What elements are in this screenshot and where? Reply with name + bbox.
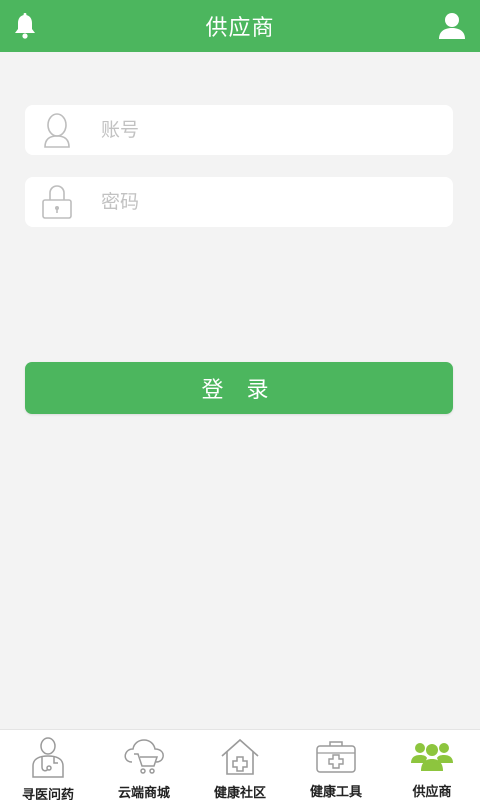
tab-label: 寻医问药 [21,788,74,800]
bell-icon [15,13,35,39]
tab-health-community[interactable]: 健康社区 [192,730,288,800]
tab-label: 健康社区 [213,786,266,800]
house-cross-icon [221,738,259,775]
medical-kit-icon [316,740,356,773]
account-input[interactable] [101,119,431,141]
tab-label: 供应商 [412,785,452,800]
user-outline-icon [44,113,70,148]
tab-health-tools[interactable]: 健康工具 [288,730,384,800]
tab-cloud-mall[interactable]: 云端商城 [96,730,192,800]
tab-icon-wrap [410,736,454,775]
cloud-cart-icon [124,739,164,774]
doctor-icon [32,737,64,778]
tab-icon-wrap [26,736,70,778]
app-header: 供应商 [0,0,480,52]
password-input[interactable] [101,191,431,213]
profile-button[interactable] [436,11,468,41]
tab-supplier[interactable]: 供应商 [384,730,480,800]
group-icon [411,742,453,771]
user-icon [439,13,465,39]
tab-find-doctor[interactable]: 寻医问药 [0,730,96,800]
page-title: 供应商 [205,16,275,41]
login-button[interactable]: 登 录 [25,362,453,414]
account-field [25,105,453,155]
bottom-tab-bar: 寻医问药 云端商城 健康社区 健康工具 供应商 [0,729,480,800]
lock-icon [42,185,72,219]
password-field-icon [33,182,81,222]
notification-button[interactable] [10,11,40,41]
password-field [25,177,453,227]
tab-label: 云端商城 [117,786,170,800]
tab-icon-wrap [314,736,358,775]
tab-label: 健康工具 [309,785,362,800]
tab-icon-wrap [122,736,166,776]
tab-icon-wrap [218,736,262,776]
account-field-icon [33,110,81,150]
